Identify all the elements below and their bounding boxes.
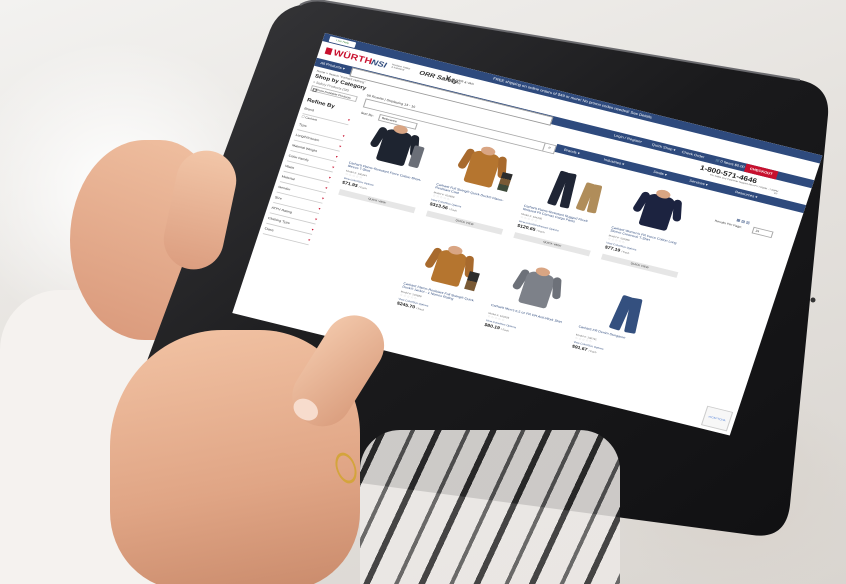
- chevron-down-icon: ▾: [342, 133, 346, 139]
- menu-brands[interactable]: Brands ▾: [563, 146, 581, 158]
- chevron-down-icon: ▾: [331, 164, 335, 170]
- price-unit: / Each: [588, 348, 598, 355]
- shirt-sleeve: [552, 277, 562, 300]
- facet-label: Material: [281, 174, 296, 182]
- chevron-down-icon: ▾: [310, 227, 315, 232]
- patterned-sleeve: [360, 430, 620, 584]
- menu-industries[interactable]: Industries ▾: [602, 156, 625, 169]
- facet-label: ATPV Rating: [270, 205, 293, 215]
- nsi-tagline: Northern Safety & Industrial: [390, 63, 411, 72]
- price-unit: / Each: [536, 228, 546, 235]
- chevron-down-icon: ▾: [324, 185, 329, 191]
- oliver-vanhorn-logo[interactable]: V OLIVER & VAN HORN: [445, 75, 482, 91]
- facet-label: Gender: [277, 185, 291, 192]
- menu-deals[interactable]: Deals ▾: [652, 168, 668, 179]
- facet-label: Color Family: [288, 153, 310, 163]
- chevron-down-icon: ▾: [307, 237, 311, 243]
- recaptcha-badge[interactable]: reCAPTCHA: [700, 405, 734, 432]
- wurth-mark-icon: [324, 47, 333, 56]
- vh-wordmark: OLIVER & VAN HORN: [450, 77, 475, 86]
- chevron-down-icon: ▾: [321, 195, 325, 201]
- chevron-down-icon: ▾: [347, 117, 351, 123]
- price-unit: / Each: [448, 207, 458, 213]
- price-unit: / Each: [415, 306, 425, 312]
- chevron-down-icon: ▾: [328, 175, 332, 180]
- vh-mark-icon: V: [444, 75, 452, 82]
- menu-services[interactable]: Services ▾: [688, 177, 709, 190]
- facet-label: Length/Inseam: [295, 133, 320, 143]
- price-unit: / Each: [358, 185, 368, 191]
- quick-view-button[interactable]: QUICK VIEW: [338, 188, 416, 214]
- chevron-down-icon: ▾: [338, 143, 342, 149]
- photo-scene: FREE shipping on online orders of $49 or…: [0, 0, 846, 584]
- shirt-sleeve: [672, 199, 683, 222]
- nsi-logo[interactable]: NSI: [370, 58, 388, 70]
- quick-view-button[interactable]: QUICK VIEW: [513, 232, 591, 257]
- chevron-down-icon: ▾: [335, 154, 339, 159]
- facet-label: Class: [264, 226, 275, 233]
- quick-view-button[interactable]: QUICK VIEW: [600, 253, 679, 278]
- price-unit: / Each: [500, 327, 510, 333]
- price-unit: / Each: [620, 249, 630, 255]
- results-per-page-select[interactable]: 24: [751, 226, 774, 239]
- quick-view-button[interactable]: QUICK VIEW: [425, 210, 504, 235]
- facet-label: Brand: [303, 106, 315, 113]
- facet-label: Clothing Type: [267, 216, 291, 225]
- chevron-down-icon: ▾: [317, 206, 322, 211]
- facet-label: Type: [298, 122, 308, 128]
- facet-label: Size: [274, 195, 283, 201]
- chevron-down-icon: ▾: [314, 216, 318, 222]
- facet-label: Waist: [284, 164, 295, 170]
